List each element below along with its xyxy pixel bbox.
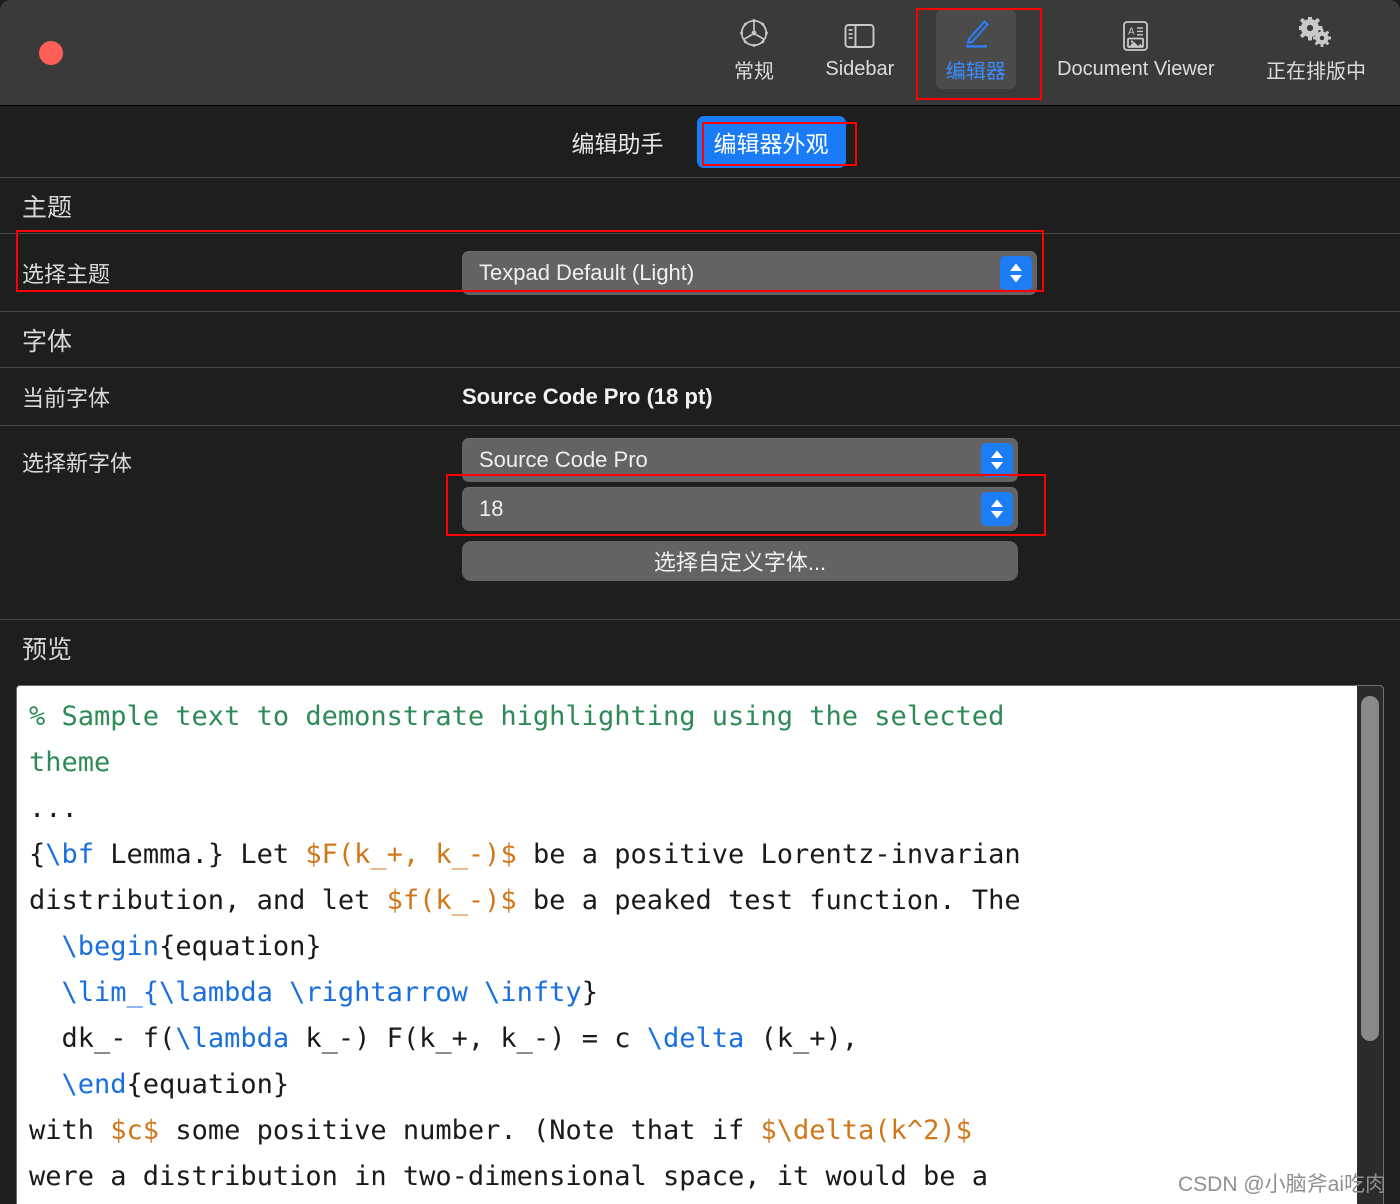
toolbar-item-typesetting[interactable]: 正在排版中 (1256, 9, 1376, 89)
tab-editor-appearance[interactable]: 编辑器外观 (696, 115, 846, 168)
sidebar-panel-icon (843, 19, 877, 53)
code-line: with $c$ some positive number. (Note tha… (29, 1115, 972, 1146)
current-font-label: 当前字体 (22, 385, 111, 411)
row-select-new-font: 选择新字体 Source Code Pro 18 选择自定义字体... (0, 426, 1400, 619)
row-select-theme: 选择主题 Texpad Default (Light) (0, 230, 1400, 312)
code-line: theme (29, 747, 111, 778)
font-size-stepper-icon[interactable] (981, 492, 1013, 526)
code-line: % Sample text to demonstrate highlightin… (29, 701, 1005, 732)
watermark-text: CSDN @小脑斧ai吃肉 (1177, 1173, 1386, 1196)
preferences-window: 常规 Sidebar 编辑器 A Document Viewer 正在排版中 编… (0, 0, 1400, 1204)
font-family-stepper-icon[interactable] (981, 443, 1013, 477)
font-family-dropdown[interactable]: Source Code Pro (462, 438, 1018, 482)
font-size-value: 18 (479, 496, 504, 521)
preferences-tab-bar: 编辑助手 编辑器外观 (0, 106, 1400, 178)
preview-section-header: 预览 (0, 619, 1400, 675)
toolbar-item-document-viewer[interactable]: A Document Viewer (1047, 12, 1224, 86)
toolbar-item-editor[interactable]: 编辑器 (935, 9, 1016, 89)
font-family-value: Source Code Pro (479, 447, 648, 472)
toolbar-label-editor: 编辑器 (945, 61, 1006, 83)
theme-dropdown-stepper-icon[interactable] (1000, 255, 1032, 290)
code-line: \end{equation} (61, 1069, 290, 1100)
preview-scrollbar-thumb[interactable] (1361, 696, 1379, 1041)
code-line: ... (29, 793, 78, 824)
toolbar-label-document-viewer: Document Viewer (1057, 58, 1215, 80)
gear-icon (737, 16, 771, 50)
font-section-header: 字体 (0, 312, 1400, 368)
theme-preview-area: % Sample text to demonstrate highlightin… (16, 685, 1384, 1204)
toolbar-label-sidebar: Sidebar (825, 58, 895, 80)
window-toolbar: 常规 Sidebar 编辑器 A Document Viewer 正在排版中 (0, 0, 1400, 106)
choose-custom-font-button[interactable]: 选择自定义字体... (462, 541, 1018, 581)
font-size-dropdown[interactable]: 18 (462, 487, 1018, 531)
select-theme-label: 选择主题 (22, 261, 111, 287)
theme-section-header: 主题 (0, 178, 1400, 234)
theme-dropdown-value: Texpad Default (Light) (479, 259, 695, 285)
code-line: {\bf Lemma.} Let $F(k_+, k_-)$ be a posi… (29, 839, 1021, 870)
tab-editing-assistant[interactable]: 编辑助手 (555, 116, 681, 168)
toolbar-label-typesetting: 正在排版中 (1265, 61, 1366, 83)
select-new-font-label: 选择新字体 (22, 451, 133, 476)
toolbar-label-general: 常规 (734, 61, 774, 83)
toolbar-item-sidebar[interactable]: Sidebar (815, 12, 904, 86)
theme-dropdown[interactable]: Texpad Default (Light) (462, 250, 1037, 295)
toolbar-items: 常规 Sidebar 编辑器 A Document Viewer 正在排版中 (700, 0, 1400, 106)
code-line: dk_- f(\lambda k_-) F(k_+, k_-) = c \del… (29, 1023, 859, 1054)
preview-code-text: % Sample text to demonstrate highlightin… (17, 686, 1357, 1204)
code-line: counterexample to this lemma.) (29, 1200, 1347, 1204)
double-gears-icon (1298, 16, 1333, 50)
code-line: \begin{equation} (61, 931, 322, 962)
row-current-font: 当前字体 Source Code Pro (18 pt) (0, 368, 1400, 426)
svg-text:A: A (1128, 27, 1135, 38)
document-viewer-icon: A (1119, 19, 1153, 53)
code-line: were a distribution in two-dimensional s… (29, 1161, 989, 1192)
close-window-button[interactable] (39, 41, 63, 65)
code-line: \lim_{\lambda \rightarrow \infty} (61, 977, 598, 1008)
current-font-value: Source Code Pro (18 pt) (462, 383, 713, 409)
pencil-edit-icon (959, 16, 993, 50)
code-line: distribution, and let $f(k_-)$ be a peak… (29, 885, 1021, 916)
toolbar-item-general[interactable]: 常规 (724, 9, 784, 89)
